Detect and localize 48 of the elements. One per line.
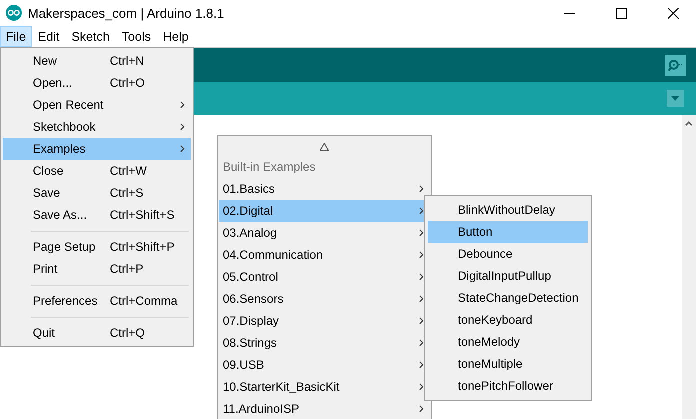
serial-monitor-button[interactable] bbox=[665, 54, 686, 76]
menu-item[interactable]: Save As... Ctrl+Shift+S bbox=[3, 204, 191, 226]
menu-item[interactable]: Examples bbox=[3, 138, 191, 160]
scrollbar[interactable] bbox=[682, 115, 696, 419]
menu-item[interactable]: DigitalInputPullup bbox=[428, 265, 588, 287]
app-logo-icon bbox=[6, 5, 22, 21]
menu-item[interactable]: tonePitchFollower bbox=[428, 375, 588, 397]
section-header: Built-in Examples bbox=[223, 160, 317, 174]
minimize-icon bbox=[564, 12, 574, 14]
menu-item[interactable]: 09.USB bbox=[219, 354, 430, 376]
menu-item[interactable]: 05.Control bbox=[219, 266, 430, 288]
menu-item[interactable]: 08.Strings bbox=[219, 332, 430, 354]
maximize-icon bbox=[616, 8, 626, 18]
menu-item[interactable]: Save Ctrl+S bbox=[3, 182, 191, 204]
close-icon bbox=[668, 8, 678, 18]
menu-item[interactable]: Print Ctrl+P bbox=[3, 258, 191, 280]
menu-item[interactable]: 11.ArduinoISP bbox=[219, 398, 430, 419]
menu-item[interactable]: Sketch bbox=[66, 26, 116, 47]
menu-item[interactable]: Preferences Ctrl+Comma bbox=[3, 290, 191, 312]
menu-item[interactable]: 10.StarterKit_BasicKit bbox=[219, 376, 430, 398]
menu-item[interactable]: 07.Display bbox=[219, 310, 430, 332]
menu-item[interactable]: Tools bbox=[116, 26, 158, 47]
menu-item[interactable]: Open Recent bbox=[3, 94, 191, 116]
menu-item[interactable]: Help bbox=[157, 26, 195, 47]
menu-item[interactable]: Edit bbox=[32, 26, 66, 47]
menu-item[interactable]: 03.Analog bbox=[219, 222, 430, 244]
window-title: Makerspaces_com | Arduino 1.8.1 bbox=[28, 6, 226, 20]
tab-menu-button[interactable] bbox=[667, 90, 684, 107]
menu-item[interactable]: toneKeyboard bbox=[428, 309, 588, 331]
menu-item[interactable]: Quit Ctrl+Q bbox=[3, 322, 191, 344]
dropdown-caret-icon bbox=[671, 96, 680, 101]
menu-item[interactable]: BlinkWithoutDelay bbox=[428, 199, 588, 221]
menu-item[interactable]: File bbox=[0, 26, 32, 47]
menu-item[interactable]: New Ctrl+N bbox=[3, 50, 191, 72]
menu-item[interactable]: Debounce bbox=[428, 243, 588, 265]
menu-item[interactable]: toneMelody bbox=[428, 331, 588, 353]
menu-item[interactable]: Page Setup Ctrl+Shift+P bbox=[3, 236, 191, 258]
menu-item[interactable]: StateChangeDetection bbox=[428, 287, 588, 309]
scroll-up-icon bbox=[685, 121, 693, 126]
menu-item[interactable]: Open... Ctrl+O bbox=[3, 72, 191, 94]
menu-item[interactable]: Button bbox=[428, 221, 588, 243]
menu-item[interactable]: toneMultiple bbox=[428, 353, 588, 375]
menu-item[interactable]: 04.Communication bbox=[219, 244, 430, 266]
menu-item[interactable]: 01.Basics bbox=[219, 178, 430, 200]
menu-item[interactable]: 06.Sensors bbox=[219, 288, 430, 310]
menu-item[interactable]: Sketchbook bbox=[3, 116, 191, 138]
menu-item[interactable]: Close Ctrl+W bbox=[3, 160, 191, 182]
scroll-up-icon[interactable] bbox=[320, 143, 329, 151]
